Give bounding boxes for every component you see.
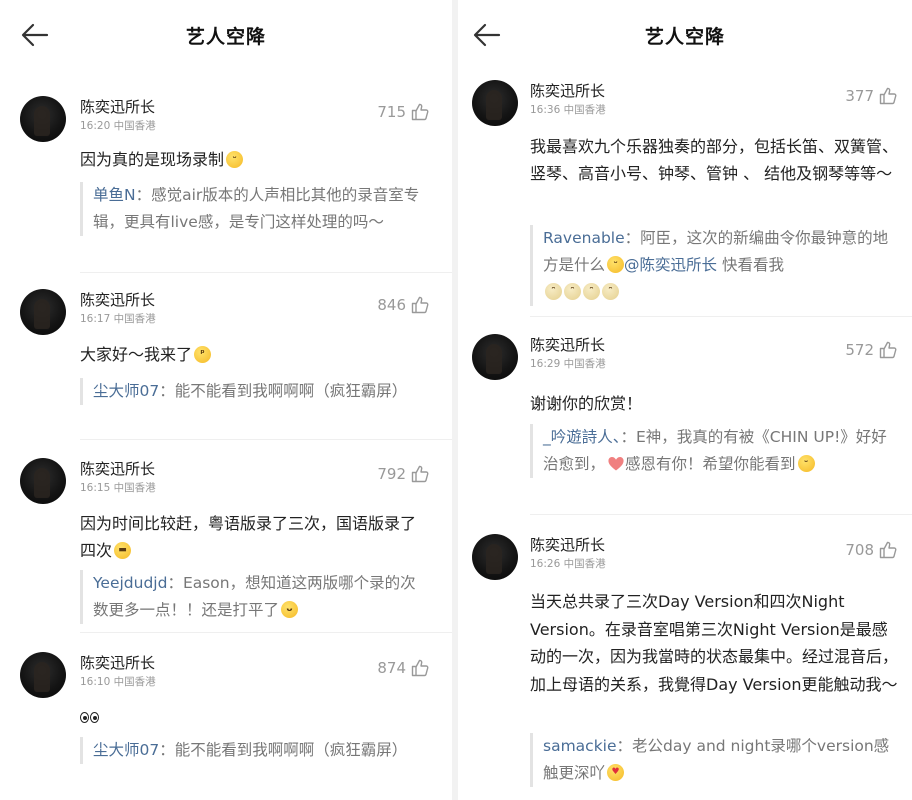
like-count: 792 [377, 465, 406, 483]
app-screen: 艺人空降 陈奕迅所长 16:20 中国香港 715 因为真的是现场录制 ᵕ 单鱼N… [0, 0, 912, 800]
comment-username[interactable]: 陈奕迅所长 [530, 534, 605, 555]
divider [530, 514, 912, 515]
reply-username[interactable]: _吟遊詩人、 [543, 428, 621, 446]
reply-username[interactable]: 单鱼N [93, 186, 136, 204]
comment-meta: 16:36 中国香港 [530, 104, 606, 116]
like-button[interactable]: 715 [377, 102, 430, 122]
reply-username[interactable]: samackie [543, 737, 617, 755]
like-count: 708 [845, 541, 874, 559]
like-count: 846 [377, 296, 406, 314]
thumbs-up-icon [879, 541, 897, 559]
comment-text: 大家好～我来了 ᵖ [80, 341, 430, 368]
laughing-emoji-icon: ᴗ [281, 601, 299, 618]
like-count: 874 [377, 659, 406, 677]
page-title: 艺人空降 [185, 26, 266, 48]
user-avatar[interactable] [472, 80, 518, 126]
comment-reply: _吟遊詩人、：E神，我真的有被《CHIN UP!》好好治愈到， 感恩有你！希望你能… [530, 424, 898, 478]
comment-reply: Ravenable：阿臣，这次的新编曲令你最钟意的地方是什么 ᵕ @陈奕迅所长 快看… [530, 225, 898, 306]
page-title: 艺人空降 [644, 26, 725, 48]
pleading-emoji-icon: ᵔ [564, 283, 581, 300]
comment-text: 我最喜欢九个乐器独奏的部分，包括长笛、双簧管、竖琴、高音小号、钟琴、管钟 、 结… [530, 137, 899, 183]
comment-meta: 16:10 中国香港 [80, 676, 156, 688]
comment-reply: 尘大师07：能不能看到我啊啊啊（疯狂霸屏） [80, 378, 430, 405]
like-button[interactable]: 792 [377, 464, 430, 484]
comment-username[interactable]: 陈奕迅所长 [530, 80, 605, 101]
pleading-emoji-icon: ᵔ [602, 283, 619, 300]
comment-text: 因为真的是现场录制 ᵕ [80, 146, 430, 173]
comment-username[interactable]: 陈奕迅所长 [530, 334, 605, 355]
like-count: 377 [845, 87, 874, 105]
heart-emoji-icon [607, 454, 625, 471]
comment-reply: samackie：老公day and night录哪个version感触更深吖 ♥ [530, 733, 898, 787]
reply-username[interactable]: Yeejdudjd [93, 574, 167, 592]
tongue-emoji-icon: ᵖ [194, 346, 212, 363]
divider [80, 632, 452, 633]
comment-username[interactable]: 陈奕迅所长 [80, 458, 155, 479]
reply-mention[interactable]: @陈奕迅所长 [624, 256, 717, 274]
divider [80, 439, 452, 440]
comment-text [80, 704, 430, 731]
smile-emoji-icon: ᵕ [797, 455, 815, 472]
comment-reply: 单鱼N：感觉air版本的人声相比其他的录音室专辑，更具有live感，是专门这样处… [80, 182, 430, 236]
like-count: 572 [845, 341, 874, 359]
comment-reply: Yeejdudjd：Eason，想知道这两版哪个录的次数更多一点！！还是打平了 ᴗ [80, 570, 430, 624]
user-avatar[interactable] [20, 96, 66, 142]
smile-emoji-icon: ᵕ [226, 151, 244, 168]
thumbs-up-icon [879, 341, 897, 359]
user-avatar[interactable] [472, 534, 518, 580]
comment-meta: 16:29 中国香港 [530, 358, 606, 370]
comment-text: 当天总共录了三次Day Version和四次Night Version。在录音室… [530, 592, 899, 694]
thumbs-up-icon [411, 296, 429, 314]
thumbs-up-icon [411, 659, 429, 677]
like-button[interactable]: 572 [845, 340, 898, 360]
comment-text: 谢谢你的欣赏！ [530, 394, 643, 413]
thumbs-up-icon [411, 103, 429, 121]
sunglasses-emoji-icon: ▬ [114, 542, 132, 559]
comment-meta: 16:15 中国香港 [80, 482, 156, 494]
heart-eyes-emoji-icon: ♥ [607, 764, 625, 781]
like-button[interactable]: 874 [377, 658, 430, 678]
user-avatar[interactable] [20, 652, 66, 698]
user-avatar[interactable] [472, 334, 518, 380]
divider [530, 316, 912, 317]
comment-meta: 16:26 中国香港 [530, 558, 606, 570]
top-bar: 艺人空降 [0, 0, 452, 70]
eyes-emoji-icon [80, 704, 100, 731]
like-button[interactable]: 708 [845, 540, 898, 560]
comment-text: 因为时间比较赶，粤语版录了三次，国语版录了四次 ▬ [80, 514, 417, 560]
like-button[interactable]: 377 [845, 86, 898, 106]
top-bar: 艺人空降 [458, 0, 912, 70]
like-count: 715 [377, 103, 406, 121]
user-avatar[interactable] [20, 289, 66, 335]
kiss-emoji-icon: ᵕ [607, 256, 625, 273]
pleading-emoji-icon: ᵔ [583, 283, 600, 300]
like-button[interactable]: 846 [377, 295, 430, 315]
comment-meta: 16:17 中国香港 [80, 313, 156, 325]
comment-username[interactable]: 陈奕迅所长 [80, 652, 155, 673]
comment-username[interactable]: 陈奕迅所长 [80, 96, 155, 117]
reply-username[interactable]: 尘大师07 [93, 382, 159, 400]
pleading-emoji-icon: ᵔ [545, 283, 562, 300]
user-avatar[interactable] [20, 458, 66, 504]
divider [80, 272, 452, 273]
comment-panel-left: 艺人空降 陈奕迅所长 16:20 中国香港 715 因为真的是现场录制 ᵕ 单鱼N… [0, 0, 452, 800]
comment-meta: 16:20 中国香港 [80, 120, 156, 132]
comment-username[interactable]: 陈奕迅所长 [80, 289, 155, 310]
thumbs-up-icon [879, 87, 897, 105]
comment-panel-right: 艺人空降 陈奕迅所长 16:36 中国香港 377 我最喜欢九个乐器独奏的部分，… [458, 0, 912, 800]
comment-reply: 尘大师07：能不能看到我啊啊啊（疯狂霸屏） [80, 737, 430, 764]
thumbs-up-icon [411, 465, 429, 483]
reply-username[interactable]: Ravenable [543, 229, 625, 247]
reply-username[interactable]: 尘大师07 [93, 741, 159, 759]
